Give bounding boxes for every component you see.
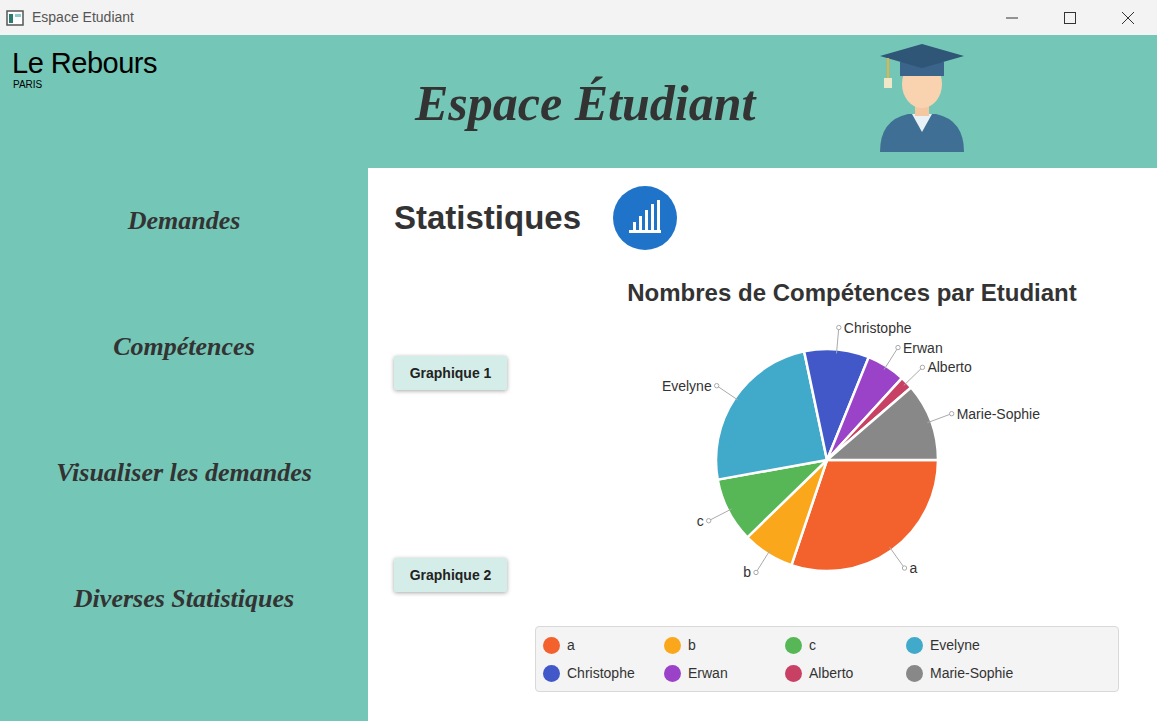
title-bar: Espace Etudiant bbox=[0, 0, 1157, 35]
logo: Le Rebours PARIS bbox=[0, 35, 415, 91]
legend-label: Alberto bbox=[809, 663, 853, 684]
legend-marker bbox=[906, 637, 923, 654]
legend-marker bbox=[664, 665, 681, 682]
slice-label: Christophe bbox=[844, 320, 912, 336]
legend-label: Marie-Sophie bbox=[930, 663, 1013, 684]
label-dot bbox=[902, 566, 906, 570]
chart-button[interactable]: Graphique 1 bbox=[394, 356, 507, 390]
legend-label: a bbox=[567, 635, 575, 656]
label-dot bbox=[706, 519, 710, 523]
button-column: Graphique 1 Graphique 2 bbox=[394, 278, 535, 692]
maximize-button[interactable] bbox=[1041, 0, 1099, 35]
legend-item: b bbox=[664, 631, 785, 659]
label-line bbox=[904, 367, 923, 385]
page-title: Statistiques bbox=[394, 198, 581, 238]
legend-label: b bbox=[688, 635, 696, 656]
pie-chart: a b c Evelyne Christophe Erwan Alberto Marie-So… bbox=[535, 308, 1119, 618]
slice-label: Erwan bbox=[903, 340, 943, 356]
slice-label: c bbox=[697, 513, 704, 529]
chart-button[interactable]: Graphique 2 bbox=[394, 558, 507, 592]
legend-label: Erwan bbox=[688, 663, 728, 684]
chart-title: Nombres de Compétences par Etudiant bbox=[535, 278, 1119, 308]
window-title: Espace Etudiant bbox=[32, 7, 134, 28]
legend-marker bbox=[543, 665, 560, 682]
sidebar: Demandes Compétences Visualiser les demand… bbox=[0, 168, 368, 721]
legend-marker bbox=[664, 637, 681, 654]
header: Le Rebours PARIS Espace Étudiant bbox=[0, 35, 1157, 168]
app-icon bbox=[6, 10, 24, 26]
legend-item: a bbox=[543, 631, 664, 659]
header-title: Espace Étudiant bbox=[415, 35, 878, 133]
label-dot bbox=[837, 325, 841, 329]
label-line bbox=[889, 547, 904, 568]
chart-legend: a b c Evelyne Christophe Erwan Alberto Marie-So… bbox=[535, 626, 1119, 692]
legend-item: Marie-Sophie bbox=[906, 659, 1027, 687]
minimize-button[interactable] bbox=[983, 0, 1041, 35]
legend-label: Christophe bbox=[567, 663, 635, 684]
legend-item: Erwan bbox=[664, 659, 785, 687]
label-dot bbox=[714, 384, 718, 388]
legend-item: Christophe bbox=[543, 659, 664, 687]
legend-label: c bbox=[809, 635, 816, 656]
slice-label: Marie-Sophie bbox=[957, 406, 1040, 422]
label-line bbox=[927, 414, 951, 423]
graduate-icon bbox=[878, 42, 966, 152]
label-dot bbox=[896, 345, 900, 349]
pie-slice bbox=[827, 388, 938, 460]
close-icon bbox=[1122, 12, 1134, 24]
legend-label: Evelyne bbox=[930, 635, 980, 656]
label-line bbox=[756, 550, 770, 572]
slice-label: b bbox=[743, 564, 751, 580]
minimize-icon bbox=[1006, 12, 1018, 24]
statistics-icon bbox=[613, 186, 677, 250]
maximize-icon bbox=[1064, 12, 1076, 24]
label-dot bbox=[920, 365, 924, 369]
chart: Nombres de Compétences par Etudiant a b c E… bbox=[535, 278, 1119, 692]
legend-item: c bbox=[785, 631, 906, 659]
slice-label: Evelyne bbox=[662, 378, 712, 394]
legend-marker bbox=[785, 637, 802, 654]
sidebar-item[interactable]: Demandes bbox=[128, 205, 241, 237]
legend-item: Evelyne bbox=[906, 631, 1027, 659]
sidebar-item[interactable]: Compétences bbox=[113, 331, 255, 363]
sidebar-item[interactable]: Diverses Statistiques bbox=[74, 583, 294, 615]
legend-marker bbox=[906, 665, 923, 682]
label-line bbox=[709, 509, 732, 521]
label-dot bbox=[754, 570, 758, 574]
legend-item: Alberto bbox=[785, 659, 906, 687]
label-line bbox=[884, 348, 898, 370]
label-line bbox=[717, 386, 739, 401]
slice-label: a bbox=[910, 560, 918, 576]
legend-marker bbox=[785, 665, 802, 682]
legend-marker bbox=[543, 637, 560, 654]
label-line bbox=[837, 328, 839, 354]
slice-label: Alberto bbox=[927, 359, 972, 375]
label-dot bbox=[949, 411, 953, 415]
sidebar-item[interactable]: Visualiser les demandes bbox=[56, 457, 312, 489]
main-panel: Statistiques Graphique 1 Graphique 2 Nomb… bbox=[368, 168, 1157, 721]
close-button[interactable] bbox=[1099, 0, 1157, 35]
